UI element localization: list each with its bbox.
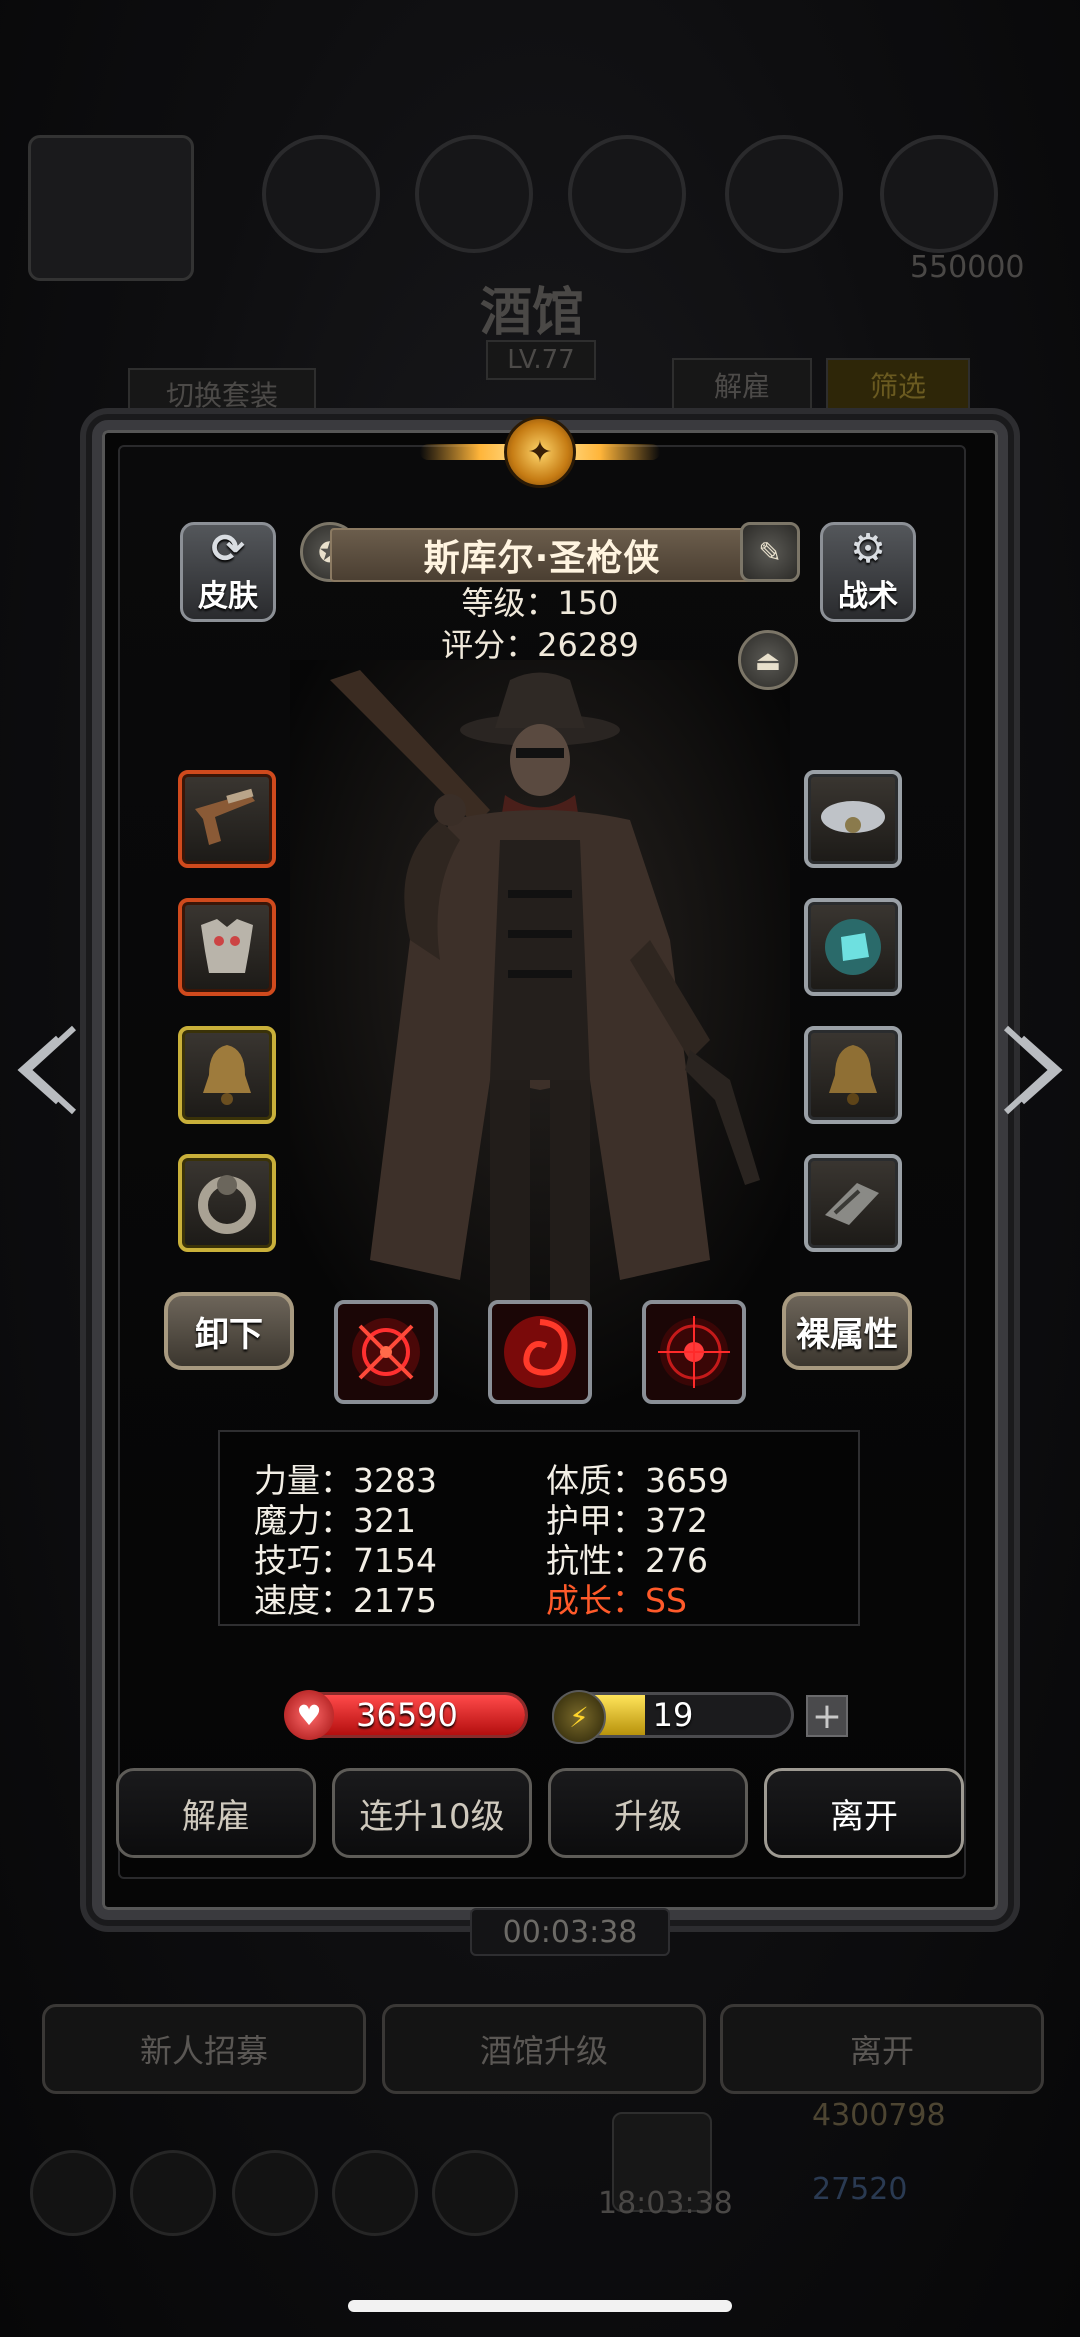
equip-slot-bracer[interactable] (804, 1154, 902, 1252)
bg-leave-button: 离开 (720, 2004, 1044, 2094)
bottom-nav-icon (332, 2150, 418, 2236)
crest-emblem-icon: ✦ (504, 416, 576, 488)
equip-slot-accessory-1[interactable] (178, 1026, 276, 1124)
gear-icon: ⚙ (850, 526, 886, 572)
menu-icon (415, 135, 533, 253)
vortex-skill-icon[interactable] (488, 1300, 592, 1404)
engraved-bracer-icon (825, 1183, 879, 1225)
tactics-label: 战术 (838, 579, 898, 614)
lightning-icon: ⚡ (552, 1690, 606, 1744)
bronze-bell-icon (203, 1045, 251, 1105)
bottom-nav-icon (232, 2150, 318, 2236)
tavern-title: 酒馆 (480, 283, 585, 343)
tavern-upgrade-button: 酒馆升级 (382, 2004, 706, 2094)
target-skill-icon[interactable] (642, 1300, 746, 1404)
stat-growth: 成长：SS (546, 1581, 687, 1620)
switch-outfit-button: 切换套装 (128, 368, 316, 420)
menu-icon (725, 135, 843, 253)
bronze-bell-icon (829, 1045, 877, 1105)
chest-timer: 18:03:38 (598, 2186, 733, 2221)
recruit-timer: 00:03:38 (470, 1908, 670, 1956)
filter-button: 筛选 (826, 358, 970, 412)
flintlock-pistol-icon (195, 788, 255, 845)
gem-amount: 27520 (812, 2172, 908, 2207)
equip-slot-ring[interactable] (178, 1154, 276, 1252)
stat-speed: 速度：2175 (254, 1581, 437, 1620)
hero-level: 等级：150 (461, 584, 619, 622)
dismiss-button[interactable]: 解雇 (116, 1768, 316, 1858)
unequip-button[interactable]: 卸下 (164, 1292, 294, 1370)
stats-panel: 力量：3283 体质：3659 魔力：321 护甲：372 技巧：7154 抗性… (218, 1430, 860, 1626)
dialog-crest: ✦ (420, 412, 660, 492)
upgrade-button[interactable]: 升级 (548, 1768, 748, 1858)
recruit-button: 新人招募 (42, 2004, 366, 2094)
tactics-button[interactable]: ⚙ 战术 (820, 522, 916, 622)
menu-icon (568, 135, 686, 253)
leave-button[interactable]: 离开 (764, 1768, 964, 1858)
hero-score: 评分：26289 (441, 626, 639, 664)
menu-icon (262, 135, 380, 253)
bg-dismiss-button: 解雇 (672, 358, 812, 412)
ornate-ring-icon (198, 1175, 256, 1234)
crosshair-skill-icon[interactable] (334, 1300, 438, 1404)
hero-name: 斯库尔·圣枪侠 (330, 528, 754, 582)
cyan-gem-icon (825, 919, 881, 975)
next-hero-arrow-icon[interactable] (994, 1010, 1066, 1130)
bottom-nav-icon (30, 2150, 116, 2236)
home-indicator[interactable] (348, 2300, 732, 2312)
bottom-nav-icon (432, 2150, 518, 2236)
equip-slot-amulet[interactable] (804, 770, 902, 868)
equip-slot-accessory-2[interactable] (804, 1026, 902, 1124)
refresh-icon: ⟳ (211, 526, 245, 572)
upgrade-10-button[interactable]: 连升10级 (332, 1768, 532, 1858)
heart-icon: ♥ (284, 1690, 334, 1740)
equip-slot-gem[interactable] (804, 898, 902, 996)
bottom-nav-icon (130, 2150, 216, 2236)
rename-edit-icon[interactable]: ✎ (740, 522, 800, 582)
tavern-level: LV.77 (486, 340, 596, 380)
previous-hero-arrow-icon[interactable] (14, 1010, 86, 1130)
gold-partial: 550000 (910, 250, 1025, 285)
skin-label: 皮肤 (198, 579, 258, 614)
gold-amount: 4300798 (812, 2098, 946, 2133)
player-avatar (28, 135, 194, 281)
skin-button[interactable]: ⟳ 皮肤 (180, 522, 276, 622)
chest-armor-icon (201, 919, 253, 973)
add-energy-button[interactable]: + (806, 1695, 848, 1737)
equip-slot-armor[interactable] (178, 898, 276, 996)
menu-icon (880, 135, 998, 253)
share-upload-icon[interactable]: ⏏ (738, 630, 798, 690)
storm-amulet-icon (821, 801, 885, 833)
equip-slot-weapon[interactable] (178, 770, 276, 868)
bare-stats-button[interactable]: 裸属性 (782, 1292, 912, 1370)
